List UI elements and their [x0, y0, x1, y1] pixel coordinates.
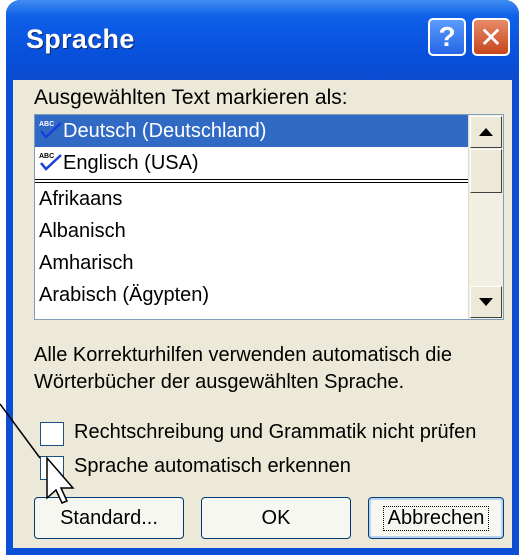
scroll-up-button[interactable] [470, 116, 502, 148]
language-listbox[interactable]: ABC Deutsch (Deutschland) ABC Englisch (USA… [34, 114, 504, 320]
ok-button[interactable]: OK [201, 497, 351, 539]
language-item-label: Arabisch (Ägypten) [39, 284, 210, 306]
spellcheck-icon: ABC [39, 121, 62, 139]
standard-button[interactable]: Standard... [34, 497, 184, 539]
language-item-label: Amharisch [39, 252, 134, 274]
cancel-button[interactable]: Abbrechen [368, 497, 504, 539]
svg-text:ABC: ABC [39, 153, 54, 160]
info-text: Alle Korrekturhilfen verwenden automatis… [34, 344, 452, 393]
language-item-label: Afrikaans [39, 188, 123, 210]
help-button[interactable]: ? [428, 18, 466, 56]
arrow-up-icon [479, 128, 493, 136]
dialog-body: Ausgewählten Text markieren als: ABC Deut… [13, 80, 512, 548]
auto-detect-label: Sprache automatisch erkennen [74, 455, 351, 477]
dialog-title: Sprache [26, 24, 135, 54]
scroll-down-button[interactable] [470, 286, 502, 318]
no-proofing-checkbox[interactable] [40, 422, 64, 446]
language-item[interactable]: Amharisch [35, 247, 469, 279]
language-item[interactable]: ABC Deutsch (Deutschland) [35, 115, 469, 147]
language-item-label: Deutsch (Deutschland) [63, 120, 267, 142]
close-button[interactable]: ✕ [472, 18, 510, 56]
auto-detect-checkbox[interactable] [40, 456, 64, 480]
scroll-thumb[interactable] [470, 149, 502, 193]
dialog-window: Sprache ? ✕ Ausgewählten Text markieren … [6, 0, 519, 555]
language-item-label: Englisch (USA) [63, 152, 199, 174]
language-list-label: Ausgewählten Text markieren als: [34, 86, 348, 109]
no-proofing-option[interactable]: Rechtschreibung und Grammatik nicht prüf… [40, 421, 510, 448]
language-item[interactable]: Afrikaans [35, 183, 469, 215]
language-item[interactable]: ABC Englisch (USA) [35, 147, 469, 179]
auto-detect-option[interactable]: Sprache automatisch erkennen [40, 455, 510, 482]
no-proofing-label: Rechtschreibung und Grammatik nicht prüf… [74, 421, 477, 443]
arrow-down-icon [479, 298, 493, 306]
language-list-rows: ABC Deutsch (Deutschland) ABC Englisch (USA… [35, 115, 469, 311]
title-bar[interactable]: Sprache ? ✕ [6, 0, 519, 80]
language-item[interactable]: Albanisch [35, 215, 469, 247]
language-item[interactable]: Arabisch (Ägypten) [35, 279, 469, 311]
language-item-label: Albanisch [39, 220, 126, 242]
spellcheck-icon: ABC [39, 153, 62, 171]
svg-text:ABC: ABC [39, 121, 54, 128]
cancel-button-label: Abbrechen [382, 505, 490, 531]
ok-button-label: OK [261, 506, 291, 529]
list-scrollbar[interactable] [468, 115, 503, 319]
standard-button-label: Standard... [60, 506, 158, 529]
